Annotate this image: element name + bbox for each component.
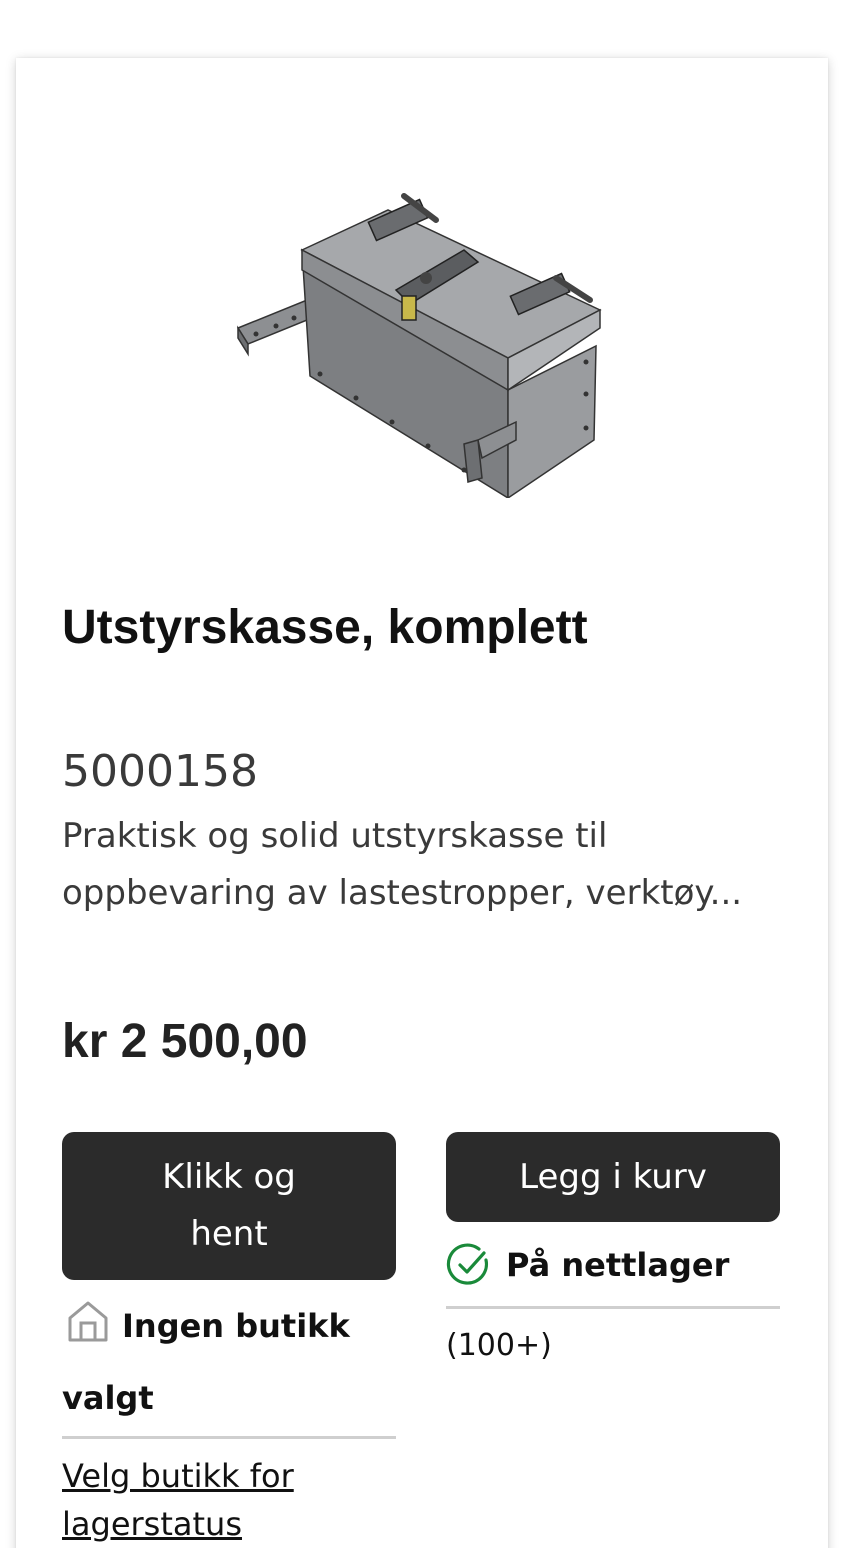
online-stock-label: På nettlager	[506, 1246, 730, 1284]
check-circle-icon	[446, 1243, 489, 1285]
header-fragment	[640, 0, 670, 2]
product-image[interactable]	[216, 178, 636, 498]
product-sku: 5000158	[62, 746, 258, 797]
add-to-cart-button[interactable]: Legg i kurv	[446, 1132, 780, 1222]
store-status: Ingen butikk valgt	[62, 1290, 396, 1434]
online-stock-count: (100+)	[446, 1328, 552, 1363]
store-icon	[68, 1301, 108, 1342]
product-card[interactable]: Utstyrskasse, komplett 5000158 Praktisk …	[16, 58, 828, 1548]
product-price: kr 2 500,00	[62, 1015, 308, 1068]
select-store-link[interactable]: Velg butikk for lagerstatus	[62, 1452, 396, 1548]
store-status-label: Ingen butikk valgt	[62, 1307, 350, 1417]
divider	[446, 1306, 780, 1309]
click-collect-button[interactable]: Klikk og hent	[62, 1132, 396, 1280]
divider	[62, 1436, 396, 1439]
online-stock-status: På nettlager	[446, 1238, 729, 1292]
product-description: Praktisk og solid utstyrskasse til oppbe…	[62, 816, 743, 913]
product-title[interactable]: Utstyrskasse, komplett	[62, 598, 782, 658]
